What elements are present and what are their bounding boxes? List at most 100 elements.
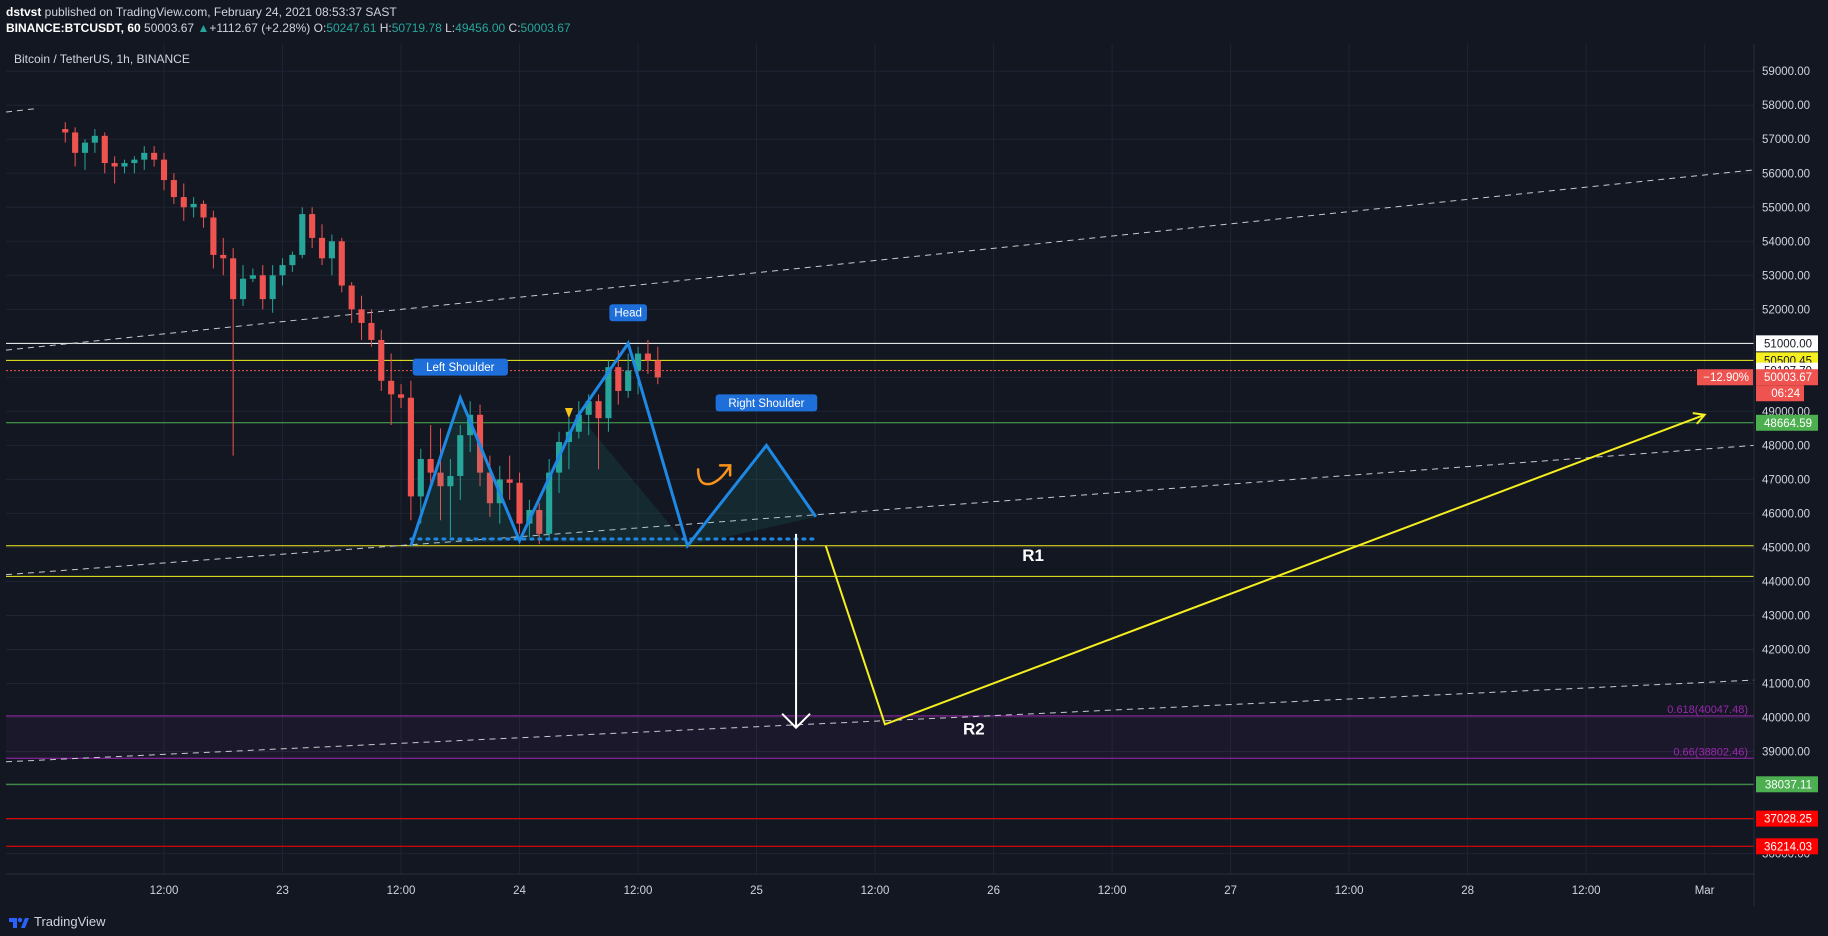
price-tick-label: 55000.00 — [1762, 202, 1810, 214]
chart-title: Bitcoin / TetherUS, 1h, BINANCE — [14, 52, 190, 66]
time-axis[interactable]: 12:00 23 12:00 24 12:00 25 12:00 26 12:00 27 12:00… — [150, 885, 1715, 897]
triangle-up-icon: ▲ — [197, 21, 210, 35]
tradingview-brand[interactable]: TradingView — [8, 914, 106, 929]
label-right-shoulder: Right Shoulder — [728, 398, 804, 410]
candle-body — [378, 339, 385, 381]
candle-body — [516, 482, 523, 524]
price-tick-label: 56000.00 — [1762, 168, 1810, 180]
candle-body — [62, 129, 69, 133]
brand-label: TradingView — [34, 914, 106, 929]
open-label: O: — [313, 21, 327, 35]
countdown-label: 06:24 — [1771, 388, 1800, 400]
price-tick-label: 43000.00 — [1762, 610, 1810, 622]
time-tick-label: 24 — [513, 885, 526, 897]
candle-body — [210, 217, 217, 255]
close-label: C: — [508, 21, 521, 35]
publish-line: dstvst published on TradingView.com, Feb… — [6, 5, 397, 19]
chart-header: dstvst published on TradingView.com, Feb… — [0, 0, 1828, 44]
price-badge-label: 37028.25 — [1764, 814, 1812, 826]
candle-body — [249, 275, 256, 279]
price-change: +1112.67 (+2.28%) — [209, 21, 311, 35]
candle-body — [397, 394, 405, 398]
candle-body — [279, 265, 286, 276]
candle-body — [259, 275, 266, 300]
price-tick-label: 47000.00 — [1762, 474, 1810, 486]
price-tick-label: 48000.00 — [1762, 440, 1810, 452]
candle-body — [388, 380, 395, 395]
symbol-line: BINANCE:BTCUSDT, 60 50003.67 ▲+1112.67 (… — [6, 21, 571, 35]
low-value: 49456.00 — [455, 21, 506, 35]
candle-body — [654, 360, 661, 378]
symbol-label: BINANCE:BTCUSDT, 60 — [6, 21, 141, 35]
time-tick-label: 23 — [276, 885, 289, 897]
price-tick-label: 53000.00 — [1762, 270, 1810, 282]
price-tick-label: 44000.00 — [1762, 576, 1810, 588]
close-value: 50003.67 — [520, 21, 571, 35]
pct-change-label: −12.90% — [1703, 372, 1749, 384]
price-chart[interactable]: 0.618(40047.48) 0.66(38802.46) Left Shoul… — [0, 44, 1828, 912]
price-tick-label: 46000.00 — [1762, 508, 1810, 520]
candle-body — [230, 258, 237, 300]
open-value: 50247.61 — [326, 21, 377, 35]
time-tick-label: 12:00 — [1098, 885, 1127, 897]
candle-body — [289, 254, 296, 266]
price-badge-label: 48664.59 — [1764, 418, 1812, 430]
time-tick-label: 12:00 — [1335, 885, 1364, 897]
footer: TradingView — [0, 906, 1828, 936]
candle-body — [644, 353, 651, 361]
candle-body — [368, 322, 375, 340]
candle-body — [318, 237, 326, 259]
price-tick-label: 58000.00 — [1762, 100, 1810, 112]
chart-area[interactable]: 0.618(40047.48) 0.66(38802.46) Left Shoul… — [0, 44, 1828, 912]
candle-body — [338, 241, 345, 286]
price-tick-label: 57000.00 — [1762, 134, 1810, 146]
candle-body — [625, 370, 632, 391]
candle-body — [141, 152, 148, 160]
label-r2: R2 — [963, 720, 985, 739]
candle-body — [309, 214, 316, 238]
tradingview-logo-icon — [9, 917, 29, 928]
candle-body — [427, 459, 434, 473]
candle-body — [348, 285, 355, 310]
candle-body — [269, 275, 276, 300]
fib-zone-fill — [6, 715, 1754, 759]
price-tick-label: 42000.00 — [1762, 644, 1810, 656]
label-left-shoulder: Left Shoulder — [426, 362, 495, 374]
candle-body — [111, 163, 118, 167]
time-tick-label: Mar — [1695, 885, 1715, 897]
author-name[interactable]: dstvst — [6, 5, 41, 19]
label-r1: R1 — [1022, 546, 1044, 565]
fib-label: 0.66(38802.46) — [1673, 746, 1748, 758]
time-tick-label: 27 — [1224, 885, 1237, 897]
price-badge-label: 51000.00 — [1764, 338, 1812, 350]
time-tick-label: 12:00 — [1572, 885, 1601, 897]
price-tick-label: 52000.00 — [1762, 304, 1810, 316]
candle-body — [190, 203, 197, 208]
price-tick-label: 39000.00 — [1762, 747, 1810, 759]
candle-body — [615, 367, 622, 391]
candle-body — [358, 309, 365, 323]
candle-body — [160, 159, 168, 181]
time-tick-label: 12:00 — [624, 885, 653, 897]
candle-body — [101, 135, 108, 164]
last-price: 50003.67 — [144, 21, 195, 35]
candle-body — [407, 397, 414, 497]
time-tick-label: 12:00 — [861, 885, 890, 897]
candle-body — [299, 214, 306, 255]
high-label: H: — [379, 21, 392, 35]
candle-body — [131, 159, 138, 164]
price-tick-label: 41000.00 — [1762, 679, 1810, 691]
candle-body — [328, 241, 335, 259]
candle-body — [180, 197, 187, 208]
price-tick-label: 59000.00 — [1762, 66, 1810, 78]
candle-body — [417, 459, 424, 497]
candle-body — [72, 132, 79, 153]
price-badge-label: 36214.03 — [1764, 841, 1812, 853]
fib-zone — [6, 715, 1754, 759]
candle-body — [121, 163, 128, 167]
candle-body — [91, 135, 98, 143]
low-label: L: — [445, 21, 456, 35]
candle-body — [151, 152, 158, 160]
time-tick-label: 26 — [987, 885, 1000, 897]
candle-body — [200, 203, 207, 218]
